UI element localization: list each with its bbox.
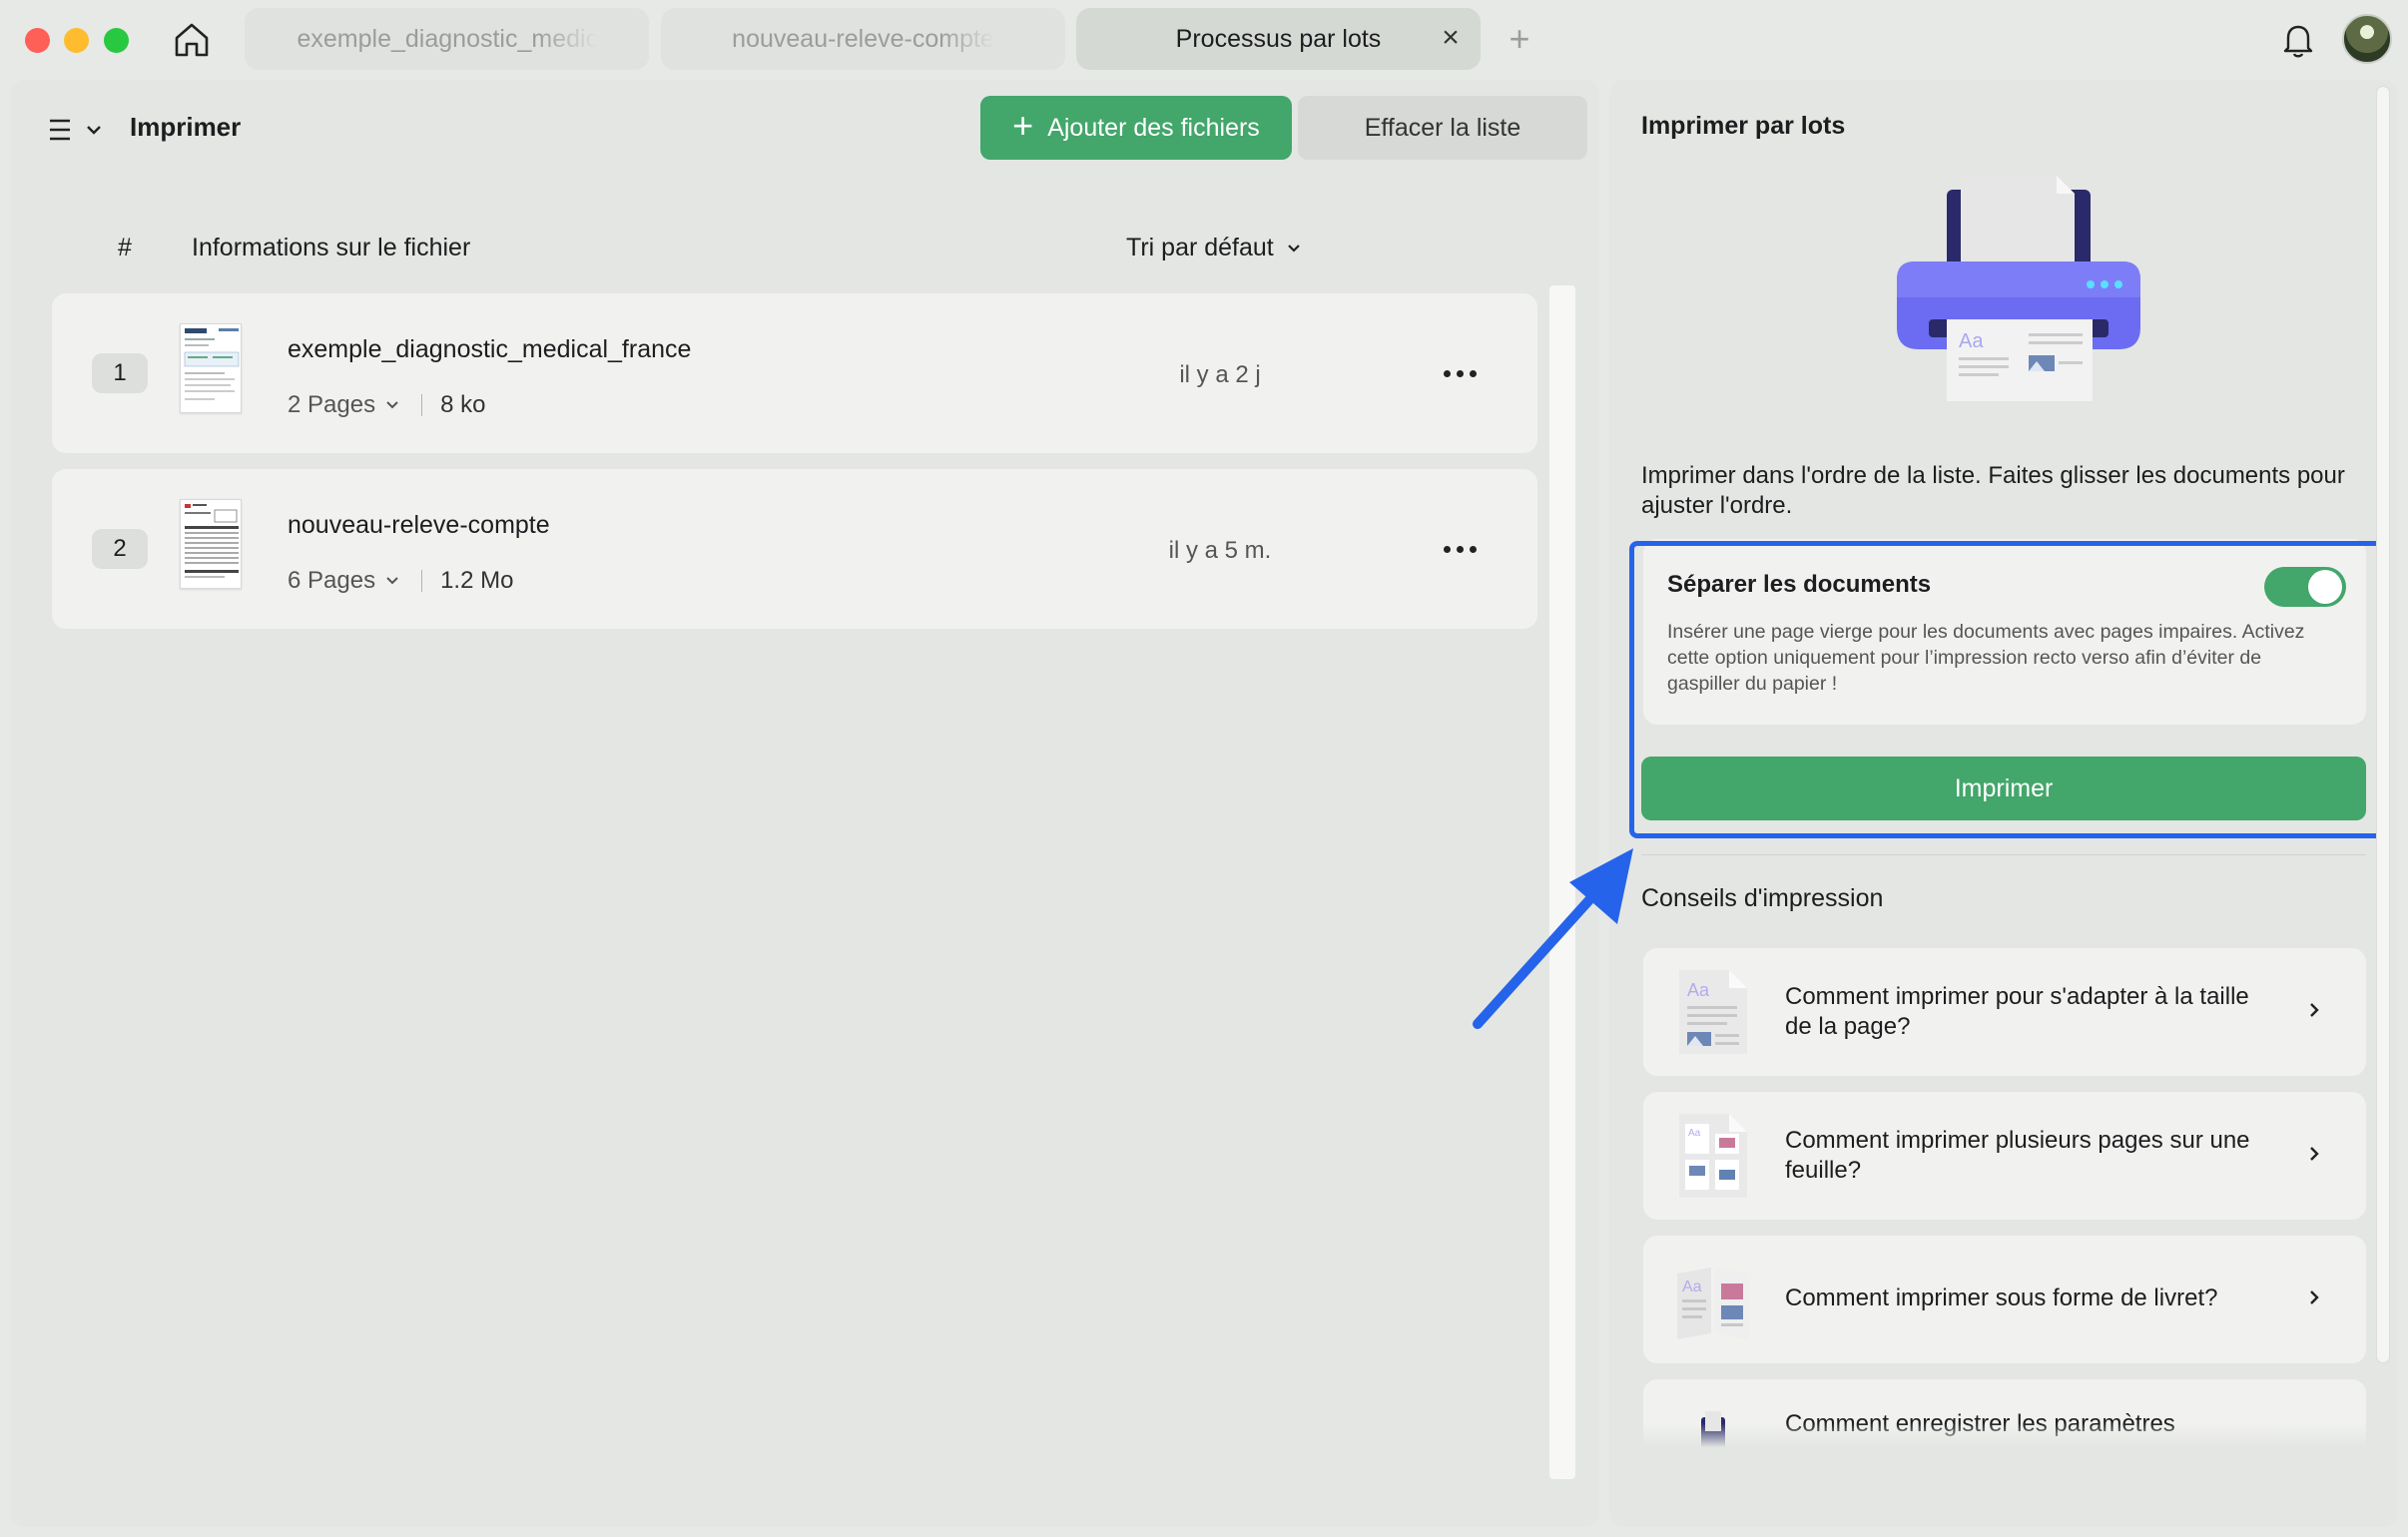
chevron-down-icon <box>386 577 398 585</box>
file-meta: 2 Pages 8 ko <box>288 391 485 419</box>
home-icon[interactable] <box>168 16 216 64</box>
scrollbar[interactable] <box>2376 86 2390 1363</box>
file-list-panel: Imprimer + Ajouter des fichiers Effacer … <box>10 80 1599 1527</box>
clear-list-button[interactable]: Effacer la liste <box>1298 96 1587 160</box>
tip-fit-page[interactable]: Aa Comment imprimer pour s'adapter à la … <box>1643 948 2366 1076</box>
file-time: il y a 5 m. <box>1168 537 1272 564</box>
tab-label: Processus par lots <box>1175 24 1382 53</box>
row-index: 2 <box>92 529 148 569</box>
tip-label: Comment imprimer pour s'adapter à la tai… <box>1785 983 2249 1040</box>
sort-label: Tri par défaut <box>1126 234 1274 261</box>
chevron-right-icon <box>2310 1147 2319 1161</box>
file-name: nouveau-releve-compte <box>288 511 550 539</box>
chevron-down-icon <box>87 126 101 135</box>
add-files-button[interactable]: + Ajouter des fichiers <box>980 96 1292 160</box>
maximize-window-button[interactable] <box>104 28 129 53</box>
highlight-box <box>1629 541 2384 838</box>
arrow-icon <box>1473 848 1633 1029</box>
tab-label: exemple_diagnostic_medical_france <box>297 24 597 53</box>
file-time: il y a 2 j <box>1179 361 1261 388</box>
bell-icon[interactable] <box>2276 18 2320 62</box>
svg-text:Aa: Aa <box>1959 330 1984 352</box>
new-tab-button[interactable]: + <box>1500 20 1539 60</box>
svg-text:Aa: Aa <box>1688 1128 1701 1139</box>
pages-dropdown[interactable]: 6 Pages <box>288 567 399 595</box>
close-window-button[interactable] <box>25 28 50 53</box>
sort-dropdown[interactable]: Tri par défaut <box>1126 234 1302 262</box>
close-icon[interactable]: × <box>1437 23 1465 53</box>
printer-illustration: Aa <box>1869 170 2168 419</box>
tips-title: Conseils d'impression <box>1641 884 1884 912</box>
avatar[interactable] <box>2342 14 2392 64</box>
svg-text:Aa: Aa <box>1682 1279 1702 1295</box>
chevron-down-icon <box>386 401 398 409</box>
file-thumbnail <box>180 323 242 413</box>
chevron-right-icon <box>2310 1003 2319 1017</box>
multiple-pages-icon: Aa <box>1673 1110 1753 1202</box>
file-size: 1.2 Mo <box>440 567 514 594</box>
column-header-info: Informations sur le fichier <box>192 234 471 261</box>
hamburger-icon <box>50 119 70 141</box>
page-count: 6 Pages <box>288 567 376 594</box>
tab-batch-process[interactable]: Processus par lots × <box>1076 8 1481 70</box>
file-thumbnail <box>180 499 242 589</box>
file-size: 8 ko <box>440 391 486 418</box>
list-item[interactable]: 2 nouveau-releve-compte 6 Pages 1.2 Mo i… <box>52 469 1537 629</box>
divider <box>421 394 423 416</box>
menu-button[interactable] <box>48 108 118 152</box>
plus-icon: + <box>1012 105 1034 146</box>
pages-dropdown[interactable]: 2 Pages <box>288 391 399 419</box>
booklet-icon: Aa <box>1673 1254 1753 1345</box>
more-icon[interactable] <box>1430 353 1490 393</box>
column-header-number: # <box>118 234 132 261</box>
tab-file-2[interactable]: nouveau-releve-compte <box>661 8 1065 70</box>
chevron-down-icon <box>1287 244 1300 253</box>
file-meta: 6 Pages 1.2 Mo <box>288 567 513 595</box>
tip-booklet[interactable]: Aa Comment imprimer sous forme de livret… <box>1643 1236 2366 1363</box>
fit-page-icon: Aa <box>1673 966 1753 1058</box>
panel-title: Imprimer par lots <box>1641 112 1846 140</box>
scroll-fade <box>1609 1423 2398 1527</box>
tab-file-1[interactable]: exemple_diagnostic_medical_france <box>245 8 649 70</box>
panel-description: Imprimer dans l'ordre de la liste. Faite… <box>1641 462 2345 519</box>
add-files-label: Ajouter des fichiers <box>1047 113 1260 142</box>
list-item[interactable]: 1 exemple_diagnostic_medical_france 2 Pa… <box>52 293 1537 453</box>
more-icon[interactable] <box>1430 529 1490 569</box>
minimize-window-button[interactable] <box>64 28 89 53</box>
batch-print-panel: Imprimer par lots Aa Imprimer dans l'ord… <box>1609 80 2398 1527</box>
tab-label: nouveau-releve-compte <box>732 24 994 53</box>
file-name: exemple_diagnostic_medical_france <box>288 335 692 363</box>
page-count: 2 Pages <box>288 391 376 418</box>
divider <box>421 570 423 592</box>
tip-multiple-pages[interactable]: Aa Comment imprimer plusieurs pages sur … <box>1643 1092 2366 1220</box>
title-bar: exemple_diagnostic_medical_france nouvea… <box>0 0 2408 80</box>
divider <box>1641 854 2366 855</box>
row-index: 1 <box>92 353 148 393</box>
tip-label: Comment imprimer plusieurs pages sur une… <box>1785 1127 2250 1184</box>
tip-label: Comment imprimer sous forme de livret? <box>1785 1284 2218 1311</box>
svg-text:Aa: Aa <box>1687 980 1710 1000</box>
page-title: Imprimer <box>130 112 242 142</box>
chevron-right-icon <box>2310 1290 2319 1304</box>
